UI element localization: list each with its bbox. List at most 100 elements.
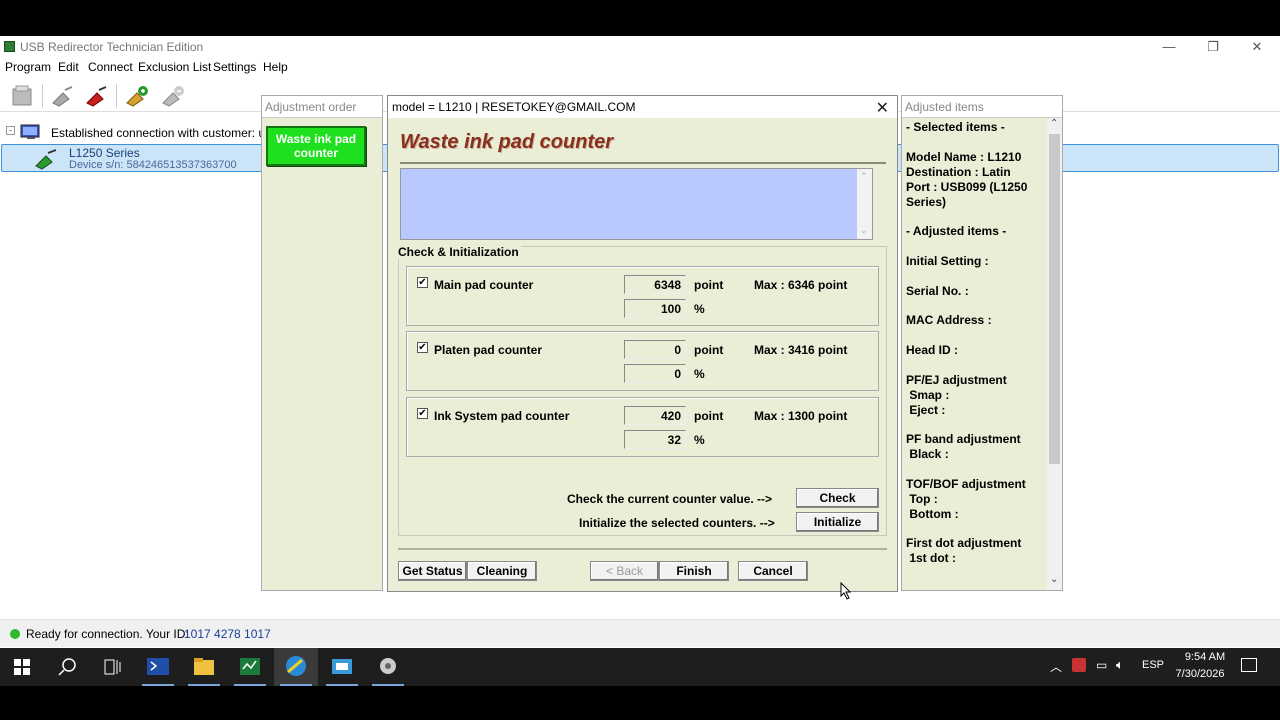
platen-pad-max: Max : 3416 point — [754, 343, 848, 357]
adjusted-items-panel: Adjusted items - Selected items - Model … — [901, 95, 1063, 591]
list-item: - Adjusted items - — [906, 224, 1007, 238]
tray-security-icon[interactable] — [1072, 658, 1086, 672]
main-pad-percent-field: 100 — [624, 299, 686, 318]
toolbar-separator — [116, 84, 117, 108]
info-scrollbar[interactable]: ⌃ ⌄ — [857, 169, 872, 239]
platen-pad-checkbox[interactable]: ✔ — [417, 342, 428, 353]
menu-help[interactable]: Help — [263, 60, 288, 74]
ink-system-pad-checkbox[interactable]: ✔ — [417, 408, 428, 419]
info-text-area[interactable]: ⌃ ⌄ — [400, 168, 873, 240]
point-unit: point — [694, 343, 724, 357]
menu-edit[interactable]: Edit — [58, 60, 79, 74]
main-pad-point-field: 6348 — [624, 275, 686, 294]
status-indicator-icon — [10, 629, 20, 639]
scroll-thumb[interactable] — [1049, 134, 1060, 464]
platen-pad-point-field: 0 — [624, 340, 686, 359]
adjustment-order-header: Adjustment order — [262, 96, 382, 118]
plug-icon[interactable] — [50, 84, 76, 108]
back-button[interactable]: < Back — [590, 561, 659, 581]
status-id: 1017 4278 1017 — [184, 627, 271, 641]
cancel-button[interactable]: Cancel — [738, 561, 808, 581]
active-indicator — [142, 684, 174, 686]
dialog-close-icon[interactable]: ✕ — [876, 98, 889, 118]
main-pad-checkbox[interactable]: ✔ — [417, 277, 428, 288]
device-plug-icon — [34, 148, 60, 170]
ink-system-pad-counter-box: ✔ Ink System pad counter 420 point Max :… — [406, 397, 879, 457]
scroll-down-icon[interactable]: ⌄ — [1050, 574, 1058, 585]
search-icon[interactable] — [45, 648, 89, 686]
list-item: Serial No. : — [906, 284, 969, 298]
active-indicator — [188, 684, 220, 686]
list-item: - Selected items - — [906, 120, 1005, 134]
list-item: MAC Address : — [906, 313, 992, 327]
scroll-up-icon[interactable]: ⌃ — [1050, 118, 1058, 129]
powershell-icon[interactable] — [136, 648, 180, 686]
scroll-up-icon[interactable]: ⌃ — [860, 171, 868, 182]
start-windows-icon[interactable] — [0, 648, 44, 686]
network-app-icon[interactable] — [320, 648, 364, 686]
menu-bar: Program Edit Connect Exclusion List Sett… — [0, 58, 1280, 76]
connection-row[interactable]: - Established connection with customer: … — [4, 124, 281, 142]
usb-redirector-taskbar-icon[interactable] — [274, 648, 318, 686]
dialog-title: Waste ink pad counter — [400, 131, 614, 153]
title-bar: USB Redirector Technician Edition — ❐ ✕ — [0, 36, 1280, 58]
file-explorer-icon[interactable] — [182, 648, 226, 686]
window-title: USB Redirector Technician Edition — [20, 40, 204, 54]
adjustment-order-panel: Adjustment order Waste ink pad counter — [261, 95, 383, 591]
menu-exclusion-list[interactable]: Exclusion List — [138, 60, 211, 74]
adjusted-items-scrollbar[interactable]: ⌃ ⌄ — [1047, 118, 1062, 590]
list-item: Port : USB099 (L1250 — [906, 180, 1028, 194]
list-item: Black : — [906, 447, 949, 461]
device-serial: Device s/n: 584246513537363700 — [69, 159, 237, 171]
list-item: Smap : — [906, 388, 950, 402]
notifications-icon[interactable] — [1241, 658, 1257, 672]
menu-settings[interactable]: Settings — [213, 60, 256, 74]
tray-chevron-icon[interactable]: ︿ — [1050, 658, 1062, 675]
active-indicator — [280, 684, 312, 686]
platen-pad-percent-field: 0 — [624, 364, 686, 383]
cleaning-button[interactable]: Cleaning — [467, 561, 537, 581]
check-button[interactable]: Check — [796, 488, 879, 508]
bottom-divider — [398, 548, 887, 550]
close-button[interactable]: ✕ — [1234, 38, 1280, 56]
list-item: Head ID : — [906, 343, 959, 357]
list-item: PF/EJ adjustment — [906, 373, 1007, 387]
mouse-cursor-icon — [840, 581, 852, 603]
minimize-button[interactable]: — — [1146, 38, 1192, 56]
active-indicator — [326, 684, 358, 686]
monitor-app-icon[interactable] — [228, 648, 272, 686]
connect-device-icon[interactable] — [124, 84, 150, 108]
initialize-button[interactable]: Initialize — [796, 512, 879, 532]
platen-pad-counter-box: ✔ Platen pad counter 0 point Max : 3416 … — [406, 331, 879, 391]
list-item: PF band adjustment — [906, 432, 1021, 446]
main-pad-max: Max : 6346 point — [754, 278, 848, 292]
list-item: Series) — [906, 195, 947, 209]
get-status-button[interactable]: Get Status — [398, 561, 467, 581]
language-indicator[interactable]: ESP — [1142, 659, 1164, 671]
restore-button[interactable]: ❐ — [1190, 38, 1236, 56]
task-view-icon[interactable] — [90, 648, 134, 686]
device-name: L1250 Series — [69, 146, 140, 160]
list-item: Model Name : L1210 — [906, 150, 1022, 164]
toolbar-separator — [42, 84, 43, 108]
connection-label: Established connection with customer: un… — [51, 126, 282, 140]
clock-date[interactable]: 7/30/2026 — [1170, 668, 1230, 680]
add-server-icon[interactable] — [10, 84, 36, 108]
menu-connect[interactable]: Connect — [88, 60, 133, 74]
volume-icon[interactable]: 🔈︎ — [1116, 657, 1124, 673]
scroll-down-icon[interactable]: ⌄ — [860, 225, 868, 236]
waste-ink-dialog: model = L1210 | RESETOKEY@GMAIL.COM ✕ Wa… — [387, 95, 898, 600]
list-item: Initial Setting : — [906, 254, 989, 268]
collapse-icon[interactable]: - — [6, 126, 15, 135]
main-pad-label: Main pad counter — [434, 278, 534, 292]
waste-ink-pad-counter-button[interactable]: Waste ink pad counter — [266, 126, 366, 166]
adjusted-items-header: Adjusted items — [902, 96, 1062, 118]
disconnect-plug-icon[interactable] — [84, 84, 110, 108]
menu-program[interactable]: Program — [5, 60, 51, 74]
ink-system-pad-point-field: 420 — [624, 406, 686, 425]
utility-app-icon[interactable] — [366, 648, 410, 686]
finish-button[interactable]: Finish — [659, 561, 729, 581]
disconnect-device-icon[interactable] — [160, 84, 186, 108]
network-icon[interactable]: ▭ — [1096, 658, 1107, 672]
clock-time[interactable]: 9:54 AM — [1175, 651, 1235, 663]
